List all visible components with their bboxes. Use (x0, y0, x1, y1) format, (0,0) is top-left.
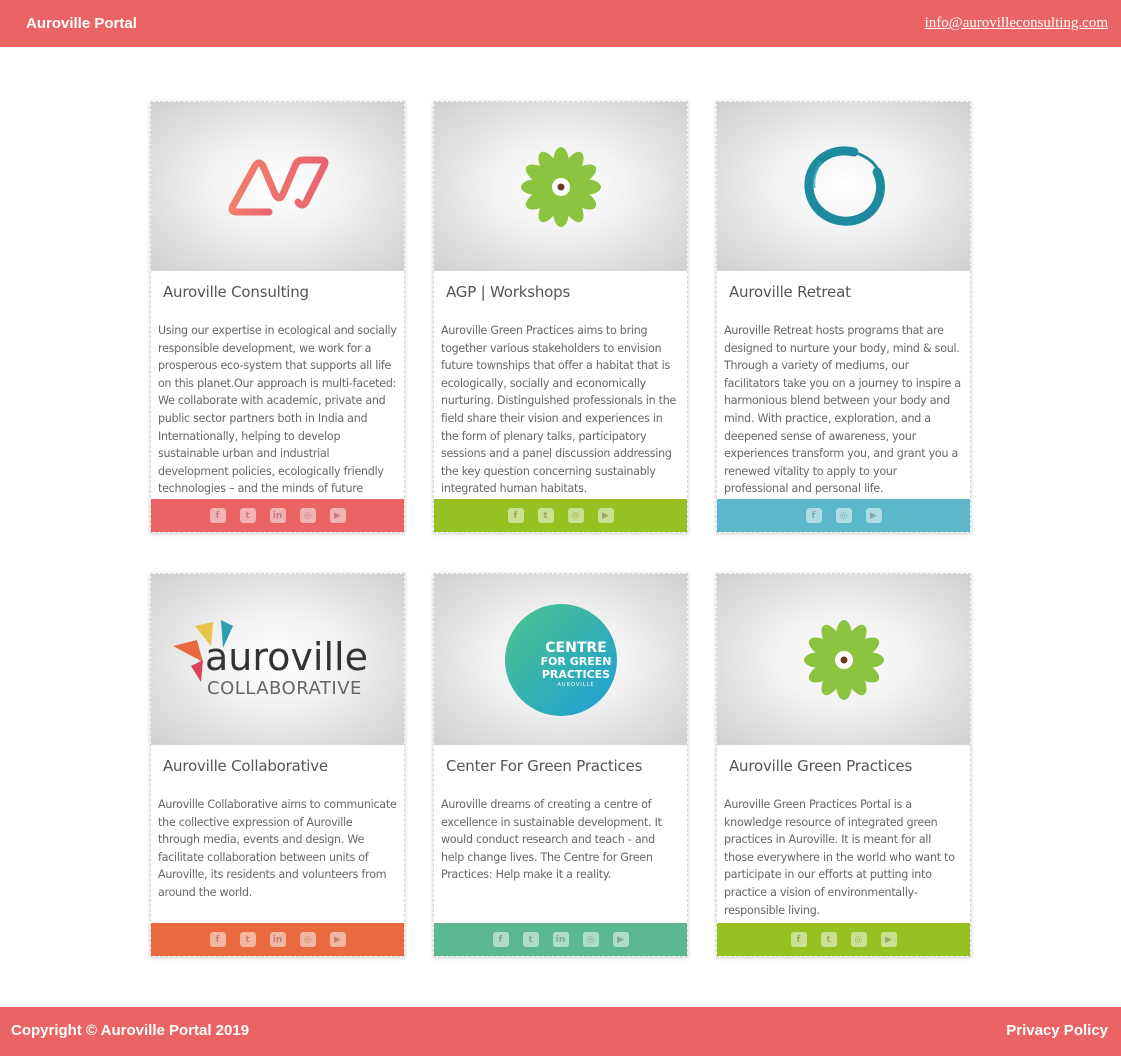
green-flower-logo (520, 146, 601, 227)
twitter-icon[interactable]: t (239, 508, 256, 523)
top-bar: Auroville Portal info@aurovilleconsultin… (0, 0, 1121, 47)
social-bar: f t in ◎ ▶ (434, 923, 687, 956)
card-description: Auroville Green Practices Portal is a kn… (724, 798, 955, 917)
card-agp-workshops[interactable]: AGP | Workshops Auroville Green Practice… (433, 101, 688, 533)
card-title: Center For Green Practices (446, 757, 643, 775)
card-image: auroville COLLABORATIVE (151, 574, 404, 745)
green-flower-logo (803, 619, 884, 700)
svg-text:FOR GREEN: FOR GREEN (540, 655, 611, 668)
card-image (717, 102, 970, 271)
instagram-icon[interactable]: ◎ (582, 932, 599, 947)
svg-text:auroville: auroville (205, 635, 368, 679)
centre-green-practices-logo: CENTRE FOR GREEN PRACTICES AUROVILLE (504, 603, 617, 716)
instagram-icon[interactable]: ◎ (299, 508, 316, 523)
svg-text:CENTRE: CENTRE (545, 640, 606, 656)
social-bar: f t ◎ ▶ (434, 499, 687, 532)
youtube-icon[interactable]: ▶ (329, 508, 346, 523)
card-auroville-green-practices[interactable]: Auroville Green Practices Auroville Gree… (716, 573, 971, 957)
card-description: Auroville Green Practices aims to bring … (441, 324, 677, 496)
enso-circle-logo (803, 145, 885, 226)
facebook-icon[interactable]: f (507, 508, 524, 523)
social-bar: f t in ◎ ▶ (151, 923, 404, 956)
instagram-icon[interactable]: ◎ (299, 932, 316, 947)
card-auroville-consulting[interactable]: Auroville Consulting Using our expertise… (150, 101, 405, 533)
facebook-icon[interactable]: f (805, 508, 822, 523)
card-description: Auroville dreams of creating a centre of… (441, 798, 662, 882)
twitter-icon[interactable]: t (537, 508, 554, 523)
auroville-collaborative-logo: auroville COLLABORATIVE (172, 619, 368, 699)
youtube-icon[interactable]: ▶ (612, 932, 629, 947)
card-image: CENTRE FOR GREEN PRACTICES AUROVILLE (434, 574, 687, 745)
linkedin-icon[interactable]: in (552, 932, 569, 947)
card-auroville-retreat[interactable]: Auroville Retreat Auroville Retreat host… (716, 101, 971, 533)
facebook-icon[interactable]: f (492, 932, 509, 947)
card-description: Using our expertise in ecological and so… (158, 324, 397, 513)
linkedin-icon[interactable]: in (269, 932, 286, 947)
email-link[interactable]: info@aurovilleconsulting.com (925, 15, 1108, 32)
social-bar: f t ◎ ▶ (717, 923, 970, 956)
card-image (151, 102, 404, 271)
privacy-policy-link[interactable]: Privacy Policy (1006, 1022, 1108, 1039)
svg-text:AUROVILLE: AUROVILLE (557, 682, 594, 688)
twitter-icon[interactable]: t (522, 932, 539, 947)
card-image (717, 574, 970, 745)
social-bar: f t in ◎ ▶ (151, 499, 404, 532)
card-title: Auroville Consulting (163, 283, 309, 301)
auroville-consulting-logo (228, 156, 328, 215)
footer: Copyright © Auroville Portal 2019 Privac… (0, 1007, 1121, 1056)
card-auroville-collaborative[interactable]: auroville COLLABORATIVE Auroville Collab… (150, 573, 405, 957)
instagram-icon[interactable]: ◎ (567, 508, 584, 523)
linkedin-icon[interactable]: in (269, 508, 286, 523)
youtube-icon[interactable]: ▶ (329, 932, 346, 947)
card-title: Auroville Green Practices (729, 757, 913, 775)
instagram-icon[interactable]: ◎ (835, 508, 852, 523)
svg-text:PRACTICES: PRACTICES (541, 668, 609, 681)
youtube-icon[interactable]: ▶ (597, 508, 614, 523)
card-title: Auroville Retreat (729, 283, 851, 301)
facebook-icon[interactable]: f (790, 932, 807, 947)
brand-title[interactable]: Auroville Portal (26, 15, 137, 32)
card-center-for-green-practices[interactable]: CENTRE FOR GREEN PRACTICES AUROVILLE Cen… (433, 573, 688, 957)
card-image (434, 102, 687, 271)
card-title: Auroville Collaborative (163, 757, 328, 775)
facebook-icon[interactable]: f (209, 508, 226, 523)
facebook-icon[interactable]: f (209, 932, 226, 947)
instagram-icon[interactable]: ◎ (850, 932, 867, 947)
youtube-icon[interactable]: ▶ (865, 508, 882, 523)
card-description: Auroville Retreat hosts programs that ar… (724, 324, 961, 496)
card-title: AGP | Workshops (446, 283, 571, 301)
twitter-icon[interactable]: t (820, 932, 837, 947)
svg-text:COLLABORATIVE: COLLABORATIVE (207, 678, 362, 699)
social-bar: f ◎ ▶ (717, 499, 970, 532)
card-description: Auroville Collaborative aims to communic… (158, 798, 397, 899)
youtube-icon[interactable]: ▶ (880, 932, 897, 947)
twitter-icon[interactable]: t (239, 932, 256, 947)
copyright-text: Copyright © Auroville Portal 2019 (11, 1022, 250, 1039)
